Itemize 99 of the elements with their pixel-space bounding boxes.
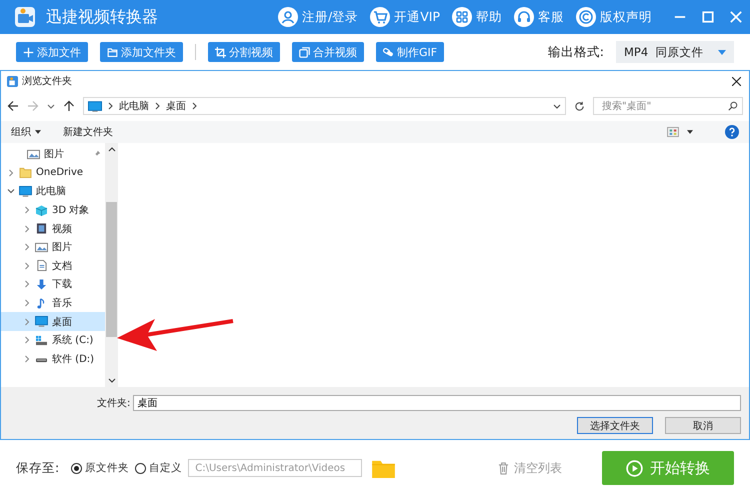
- download-arrow-icon: [35, 278, 48, 290]
- app-title: 迅捷视频转换器: [46, 6, 158, 28]
- tree-item[interactable]: 3D 对象: [1, 200, 105, 220]
- copy-icon: [299, 46, 310, 58]
- play-icon: [626, 460, 643, 476]
- caret-icon[interactable]: [687, 130, 693, 134]
- radio-button[interactable]: [135, 462, 146, 474]
- chevron-right-icon: [155, 102, 160, 110]
- link-icon: [383, 46, 394, 58]
- crop-icon: [215, 46, 226, 58]
- chevron-down-icon[interactable]: [7, 187, 15, 196]
- drive-icon: [35, 334, 48, 346]
- radio-button[interactable]: [71, 462, 82, 474]
- film-icon: [35, 223, 48, 234]
- caret-icon: [35, 130, 41, 134]
- toolbar-button[interactable]: 合并视频: [292, 42, 364, 62]
- radio-option[interactable]: 自定义: [135, 461, 182, 475]
- caret-icon: [718, 50, 726, 54]
- forward-arrow-icon[interactable]: [27, 100, 39, 112]
- search-icon: [728, 101, 738, 111]
- chevron-right-icon[interactable]: [23, 206, 31, 214]
- picture-icon: [35, 242, 48, 253]
- scroll-up-icon[interactable]: [108, 147, 116, 152]
- folder-name-field[interactable]: 桌面: [133, 395, 741, 411]
- folder-icon[interactable]: [372, 458, 396, 478]
- search-field[interactable]: 搜索"桌面": [593, 97, 743, 115]
- chevron-right-icon[interactable]: [23, 280, 31, 288]
- tree-item[interactable]: 图片: [1, 238, 105, 257]
- breadcrumb-item[interactable]: 此电脑: [119, 99, 149, 113]
- app-logo-icon: [14, 6, 36, 28]
- view-options-icon[interactable]: [667, 127, 679, 137]
- tree-item[interactable]: 音乐: [1, 294, 105, 312]
- copyright-icon: [576, 7, 596, 27]
- dialog-title: 浏览文件夹: [22, 74, 72, 88]
- scrollbar-thumb[interactable]: [106, 202, 117, 337]
- grid-icon: [452, 7, 472, 27]
- help-icon[interactable]: [725, 125, 739, 139]
- toolbar-button[interactable]: 制作GIF: [376, 42, 444, 62]
- refresh-icon[interactable]: [574, 100, 585, 112]
- document-icon: [35, 260, 48, 272]
- tree-item[interactable]: 下载: [1, 275, 105, 294]
- output-format-label: 输出格式:: [548, 44, 604, 60]
- tree-item[interactable]: 系统 (C:): [1, 330, 105, 350]
- user-icon: [278, 7, 298, 27]
- cancel-button[interactable]: 取消: [665, 417, 741, 434]
- chevron-down-icon[interactable]: [47, 104, 55, 108]
- up-arrow-icon[interactable]: [63, 100, 75, 112]
- back-arrow-icon[interactable]: [7, 100, 19, 112]
- nav-link[interactable]: 注册/登录: [278, 7, 358, 27]
- chevron-right-icon[interactable]: [23, 262, 31, 270]
- save-to-label: 保存至:: [16, 460, 60, 476]
- chevron-right-icon[interactable]: [23, 299, 31, 308]
- folder-label: 文件夹:: [97, 396, 130, 410]
- pin-icon[interactable]: [93, 150, 101, 158]
- folder-icon: [107, 46, 118, 58]
- trash-icon: [498, 462, 509, 474]
- format-dropdown[interactable]: MP4 同原文件: [616, 41, 734, 63]
- chevron-right-icon[interactable]: [23, 354, 31, 363]
- tree-item[interactable]: 文档: [1, 256, 105, 276]
- cart-icon: [370, 7, 390, 27]
- tree-item[interactable]: 视频: [1, 219, 105, 238]
- cube-icon: [35, 204, 48, 216]
- toolbar-button[interactable]: 分割视频: [208, 42, 280, 62]
- close-icon[interactable]: [732, 76, 741, 86]
- nav-link[interactable]: 版权声明: [576, 7, 652, 27]
- plus-icon: [23, 46, 34, 58]
- scroll-down-icon[interactable]: [108, 378, 116, 383]
- chevron-right-icon[interactable]: [7, 168, 15, 177]
- maximize-icon[interactable]: [702, 11, 714, 23]
- toolbar-button[interactable]: 添加文件夹: [100, 42, 183, 62]
- tree-item[interactable]: 软件 (D:): [1, 350, 105, 368]
- folder-icon: [19, 167, 32, 178]
- chevron-right-icon[interactable]: [23, 243, 31, 252]
- organize-menu[interactable]: 组织: [11, 125, 41, 139]
- monitor-icon: [19, 186, 32, 197]
- breadcrumb-item[interactable]: 桌面: [166, 99, 186, 113]
- nav-link[interactable]: 开通VIP: [370, 7, 440, 27]
- picture-icon: [27, 148, 40, 160]
- toolbar-button[interactable]: 添加文件: [16, 42, 88, 62]
- nav-link[interactable]: 客服: [514, 7, 564, 27]
- chevron-right-icon: [108, 102, 113, 110]
- new-folder-button[interactable]: 新建文件夹: [63, 125, 113, 139]
- radio-option[interactable]: 原文件夹: [71, 461, 130, 475]
- chevron-right-icon: [192, 102, 197, 110]
- monitor-icon: [35, 316, 48, 328]
- tree-item[interactable]: OneDrive: [1, 164, 105, 182]
- headset-icon: [514, 7, 534, 27]
- tree-item[interactable]: 此电脑: [1, 182, 105, 201]
- chevron-right-icon[interactable]: [23, 224, 31, 233]
- select-folder-button[interactable]: 选择文件夹: [577, 417, 653, 434]
- address-bar[interactable]: 此电脑 桌面: [83, 97, 566, 115]
- monitor-icon: [88, 100, 102, 112]
- app-logo-icon: [7, 76, 18, 86]
- nav-link[interactable]: 帮助: [452, 7, 502, 27]
- chevron-right-icon[interactable]: [23, 336, 31, 344]
- chevron-down-icon[interactable]: [553, 104, 561, 108]
- tree-item[interactable]: 图片: [1, 145, 105, 164]
- chevron-right-icon[interactable]: [23, 318, 31, 326]
- tree-item[interactable]: 桌面: [1, 312, 105, 331]
